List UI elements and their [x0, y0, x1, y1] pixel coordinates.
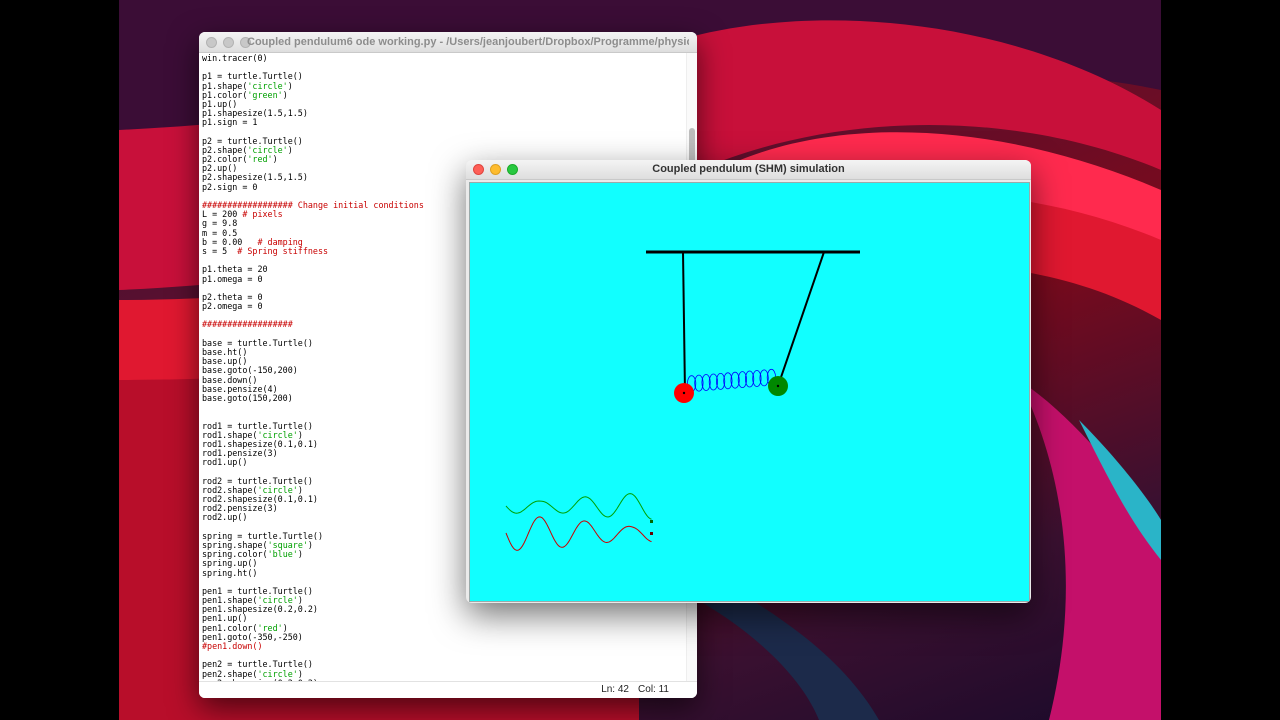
code-line: p1.sign = 1 — [202, 117, 258, 128]
code-line: p1.color('green') — [202, 89, 288, 100]
code-line: pen1.goto(-350,-250) — [202, 631, 303, 642]
letterbox-left — [0, 0, 119, 720]
close-button[interactable] — [206, 36, 217, 48]
left-pendulum-rod — [682, 251, 686, 394]
minimize-button[interactable] — [223, 36, 234, 48]
editor-title: Coupled pendulum6 ode working.py - /User… — [247, 36, 689, 48]
coupling-spring — [687, 368, 776, 393]
simulation-titlebar[interactable]: Coupled pendulum (SHM) simulation — [466, 160, 1031, 180]
editor-titlebar[interactable]: Coupled pendulum6 ode working.py - /User… — [199, 32, 697, 53]
upper-trace-pen — [650, 520, 653, 523]
right-pendulum-rod — [777, 251, 825, 387]
simulation-title: Coupled pendulum (SHM) simulation — [652, 163, 845, 175]
column-number-status: Col: 11 — [638, 684, 669, 695]
simulation-drawing — [505, 250, 860, 551]
upper-displacement-trace — [505, 493, 652, 520]
code-line: p1.shapesize(1.5,1.5) — [202, 108, 308, 119]
lower-trace-pen — [650, 532, 653, 535]
editor-status-bar: Ln: 42 Col: 11 — [199, 681, 697, 698]
line-number-status: Ln: 42 — [601, 684, 629, 695]
simulation-window[interactable]: Coupled pendulum (SHM) simulation — [466, 160, 1031, 603]
turtle-canvas[interactable] — [469, 182, 1030, 602]
code-line: win.tracer(0) — [202, 53, 268, 63]
letterbox-right — [1161, 0, 1280, 720]
code-line: pen1.shapesize(0.2,0.2) — [202, 604, 318, 615]
left-bob-center — [682, 391, 686, 395]
right-bob-center — [776, 384, 780, 388]
lower-displacement-trace — [505, 516, 652, 551]
code-line: #pen1.down() — [202, 641, 263, 651]
